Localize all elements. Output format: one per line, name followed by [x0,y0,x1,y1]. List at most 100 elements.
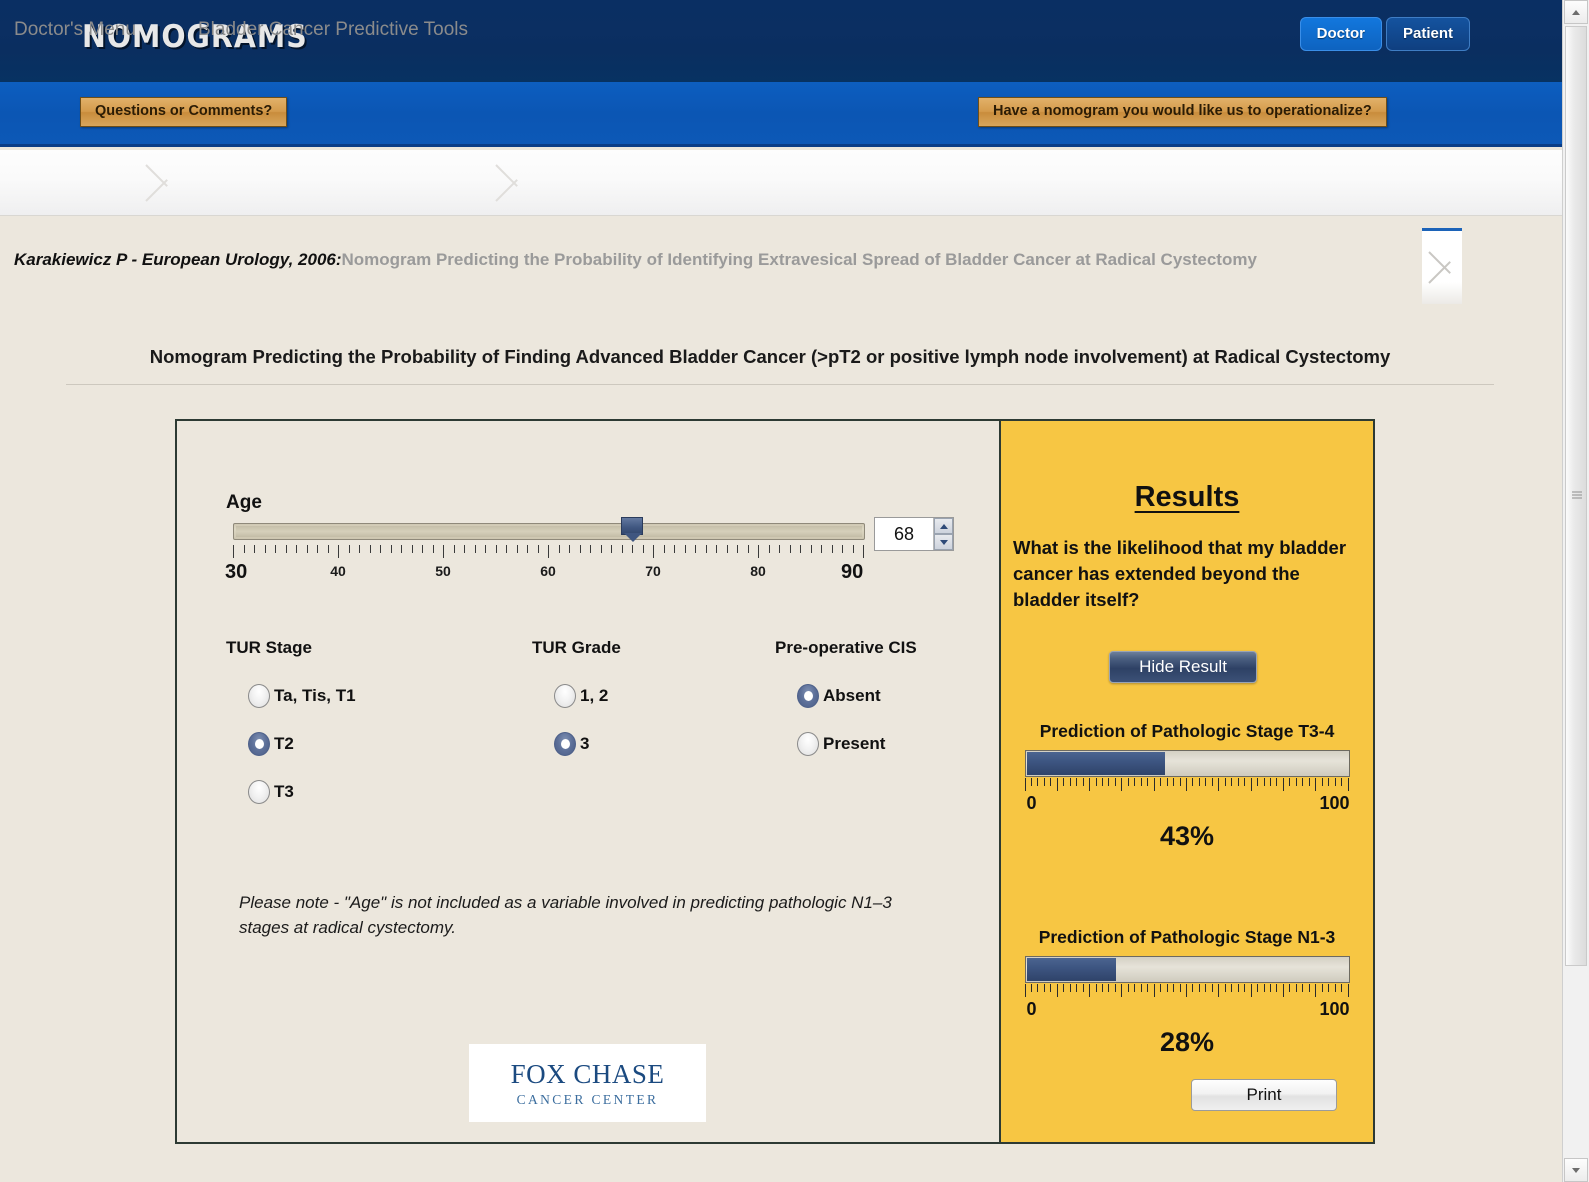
tur-grade-option-3[interactable]: 3 [532,720,621,768]
print-button[interactable]: Print [1191,1079,1337,1111]
radio-icon[interactable] [248,732,270,756]
page-viewport: NOMOGRAMS Doctor Patient Questions or Co… [0,0,1562,1182]
prediction-tick [1321,984,1323,992]
prediction-tick [1069,778,1071,786]
radio-icon[interactable] [797,684,819,708]
questions-or-comments-button[interactable]: Questions or Comments? [80,97,288,127]
prediction-tick [1095,778,1097,786]
tur-stage-title: TUR Stage [226,638,312,657]
age-tick [579,545,581,553]
prediction-ticks [1024,778,1350,792]
age-tick-label: 80 [750,563,766,579]
breadcrumb-item-bladder-cancer-predictive-tools[interactable]: Bladder Cancer Predictive Tools [198,19,468,41]
radio-icon[interactable] [248,780,270,804]
prediction-tick [1127,778,1129,786]
prediction-tick [1186,778,1187,791]
age-tick [642,545,644,553]
hide-result-button[interactable]: Hide Result [1109,651,1257,683]
age-tick-label: 40 [330,563,346,579]
age-tick [327,545,329,553]
operationalize-nomogram-button[interactable]: Have a nomogram you would like us to ope… [978,97,1387,127]
age-decrement-button[interactable] [934,534,953,550]
age-slider-thumb[interactable] [621,517,643,542]
age-tick [432,545,434,553]
age-tick [863,545,864,558]
age-increment-button[interactable] [934,518,953,534]
prediction-ticks [1024,984,1350,998]
prediction-tick [1192,778,1194,786]
age-tick [705,545,707,553]
radio-icon[interactable] [248,684,270,708]
prediction-tick [1030,984,1032,992]
prediction-tick [1328,778,1330,786]
prediction-tick [1302,984,1304,992]
secondary-bar: Questions or Comments? Have a nomogram y… [0,82,1562,147]
page-root: NOMOGRAMS Doctor Patient Questions or Co… [0,0,1589,1182]
tur-stage-option-label: T2 [274,734,294,753]
prediction-tick [1030,778,1032,786]
prediction-tick [1347,778,1349,791]
age-tick [663,545,665,553]
prediction-tick [1341,984,1343,992]
next-nomogram-chevron-icon[interactable] [1422,228,1462,304]
prediction-tick [1269,778,1271,786]
prediction-tick [1224,984,1226,992]
nav-patient-button[interactable]: Patient [1385,17,1470,51]
age-tick [590,545,591,553]
age-tick [789,545,791,553]
prediction-tick [1205,778,1207,786]
age-tick [243,545,245,553]
prediction-tick [1069,984,1071,992]
age-tick [695,545,696,553]
age-value[interactable]: 68 [875,518,933,550]
radio-icon[interactable] [554,732,576,756]
prediction-scale: 0 100 [1025,793,1350,817]
preop-cis-option-absent[interactable]: Absent [775,672,917,720]
radio-icon[interactable] [554,684,576,708]
prediction-tick [1186,984,1187,997]
tur-stage-option-ta-tis-t1[interactable]: Ta, Tis, T1 [226,672,356,720]
title-divider [66,384,1494,385]
prediction-tick [1166,778,1168,786]
scroll-down-button[interactable] [1564,1158,1588,1182]
age-tick [842,545,843,553]
prediction-tick [1082,984,1084,992]
preop-cis-option-present[interactable]: Present [775,720,917,768]
preop-cis-group: Pre-operative CIS Absent Present [775,638,917,768]
breadcrumb-item-doctors-menu[interactable]: Doctor's Menu [14,19,136,41]
tur-stage-option-t3[interactable]: T3 [226,768,356,816]
age-tick [558,545,560,553]
age-slider-track[interactable] [233,523,865,540]
age-tick [443,545,444,558]
prediction-tick [1244,984,1246,992]
prediction-tick [1134,778,1136,786]
nav-doctor-button[interactable]: Doctor [1299,17,1382,51]
prediction-tick [1147,984,1149,992]
prediction-tick [1024,778,1026,791]
prediction-tick [1179,778,1181,786]
page-scrollbar[interactable] [1562,0,1589,1182]
tur-stage-option-t2[interactable]: T2 [226,720,356,768]
age-tick [474,545,476,553]
preop-cis-option-label: Absent [823,686,881,705]
prediction-tick [1341,778,1343,786]
scrollbar-thumb[interactable] [1565,26,1587,966]
prediction-tick [1231,984,1233,992]
scroll-up-button[interactable] [1564,0,1588,24]
prediction-tick [1218,778,1220,791]
prediction-tick [1211,984,1213,992]
prediction-tick [1076,778,1078,786]
fox-chase-logo-line2: CANCER CENTER [516,1091,659,1107]
prediction-tick [1257,778,1259,786]
age-scale-min: 30 [225,561,248,583]
tur-grade-option-1-2[interactable]: 1, 2 [532,672,621,720]
prediction-bar [1024,956,1350,983]
age-tick [348,545,350,553]
age-tick [621,545,623,553]
prediction-tick [1282,984,1284,997]
radio-icon[interactable] [797,732,819,756]
prediction-tick [1289,778,1291,786]
age-scale-max: 90 [841,561,864,583]
age-stepper[interactable]: 68 [874,517,954,551]
age-tick [380,545,381,553]
